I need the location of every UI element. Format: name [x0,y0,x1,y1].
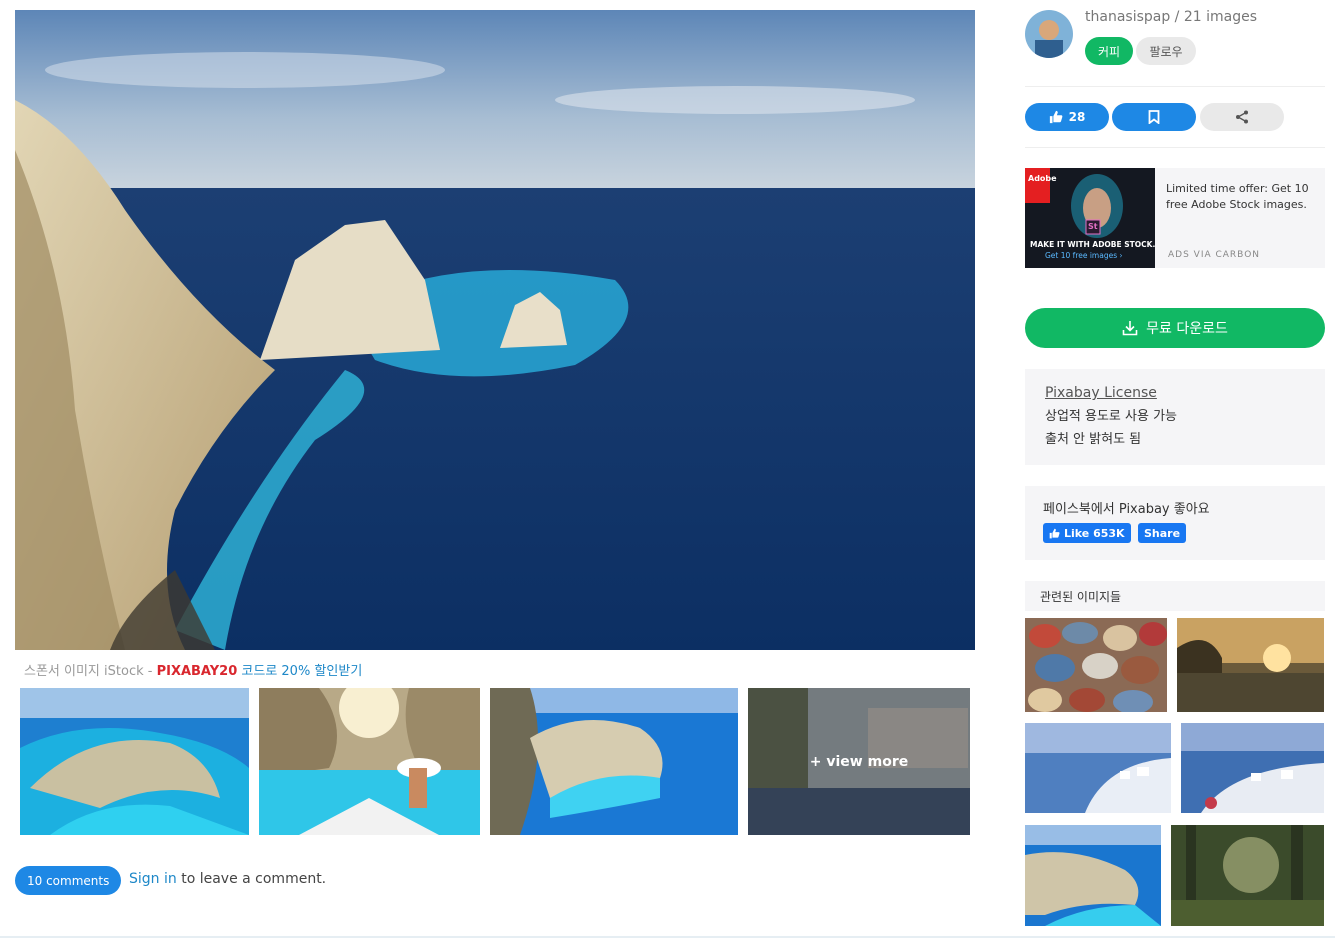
follow-button[interactable]: 팔로우 [1136,37,1196,65]
related-images-title: 관련된 이미지들 [1025,581,1325,611]
avatar[interactable] [1025,10,1073,58]
bookmark-button[interactable] [1112,103,1196,131]
related-image[interactable] [1025,723,1171,813]
sunset-lake-image [1177,618,1324,712]
bookmark-icon [1148,110,1160,124]
like-button[interactable]: 28 [1025,103,1109,131]
ad-image[interactable]: Adobe St MAKE IT WITH ADOBE STOCK. Get 1… [1025,168,1155,268]
adobe-logo-text: Adobe [1028,174,1057,183]
facebook-share-button[interactable]: Share [1138,523,1187,543]
boat-woman-thumb-image [259,688,480,835]
facebook-box: 페이스북에서 Pixabay 좋아요 Like 653K Share [1025,486,1325,560]
license-box: Pixabay License 상업적 용도로 사용 가능 출처 안 밝혀도 됨 [1025,369,1325,465]
related-image[interactable] [1177,618,1324,712]
related-image[interactable] [1171,825,1324,926]
ad-subline: Get 10 free images › [1045,251,1123,260]
thumbs-up-icon [1049,110,1063,124]
license-link[interactable]: Pixabay License [1045,385,1305,401]
oia-village-image [1181,723,1324,813]
comments-button[interactable]: 10 comments [15,866,122,895]
navagio-beach-image [1025,825,1161,926]
download-label: 무료 다운로드 [1146,321,1228,337]
facebook-thumbs-up-icon [1049,528,1060,538]
stock-logo-text: St [1088,222,1098,231]
share-button[interactable] [1200,103,1284,131]
ad-headline: MAKE IT WITH ADOBE STOCK. [1030,240,1155,249]
signin-text: to leave a comment. [176,871,327,887]
carbon-ad[interactable]: Adobe St MAKE IT WITH ADOBE STOCK. Get 1… [1025,168,1325,268]
sponsor-thumb[interactable] [20,688,249,835]
coffee-button[interactable]: 커피 [1085,37,1133,65]
signin-line: Sign in to leave a comment. [129,871,326,887]
sponsor-thumbnails: + view more [0,688,975,836]
license-line: 상업적 용도로 사용 가능 [1045,409,1177,424]
download-button[interactable]: 무료 다운로드 [1025,308,1325,348]
download-icon [1122,321,1138,336]
ad-attribution[interactable]: ADS VIA CARBON [1168,250,1260,260]
main-photo[interactable] [15,10,975,650]
sponsor-line[interactable]: 스폰서 이미지 iStock - PIXABAY20 코드로 20% 할인받기 [24,660,362,679]
pebbles-image [1025,618,1167,712]
view-more-thumb[interactable]: + view more [748,688,970,835]
like-count: 28 [1068,110,1086,124]
sponsor-code[interactable]: PIXABAY20 [157,664,238,679]
sponsor-thumb[interactable] [259,688,480,835]
santorini-image [1025,723,1171,813]
sponsor-prefix: 스폰서 이미지 iStock - [24,664,157,679]
signin-link[interactable]: Sign in [129,871,177,887]
ad-text[interactable]: Limited time offer: Get 10 free Adobe St… [1166,181,1316,213]
view-more-label[interactable]: + view more [748,688,970,835]
share-icon [1236,110,1248,124]
related-image[interactable] [1181,723,1324,813]
avatar-image [1025,10,1073,58]
related-image[interactable] [1025,618,1167,712]
shipwreck-thumb-image [490,688,738,835]
facebook-like-button[interactable]: Like 653K [1043,523,1131,543]
user-info[interactable]: thanasispap / 21 images [1085,9,1257,25]
sponsor-link[interactable]: 코드로 20% 할인받기 [237,664,362,679]
forest-image [1171,825,1324,926]
sponsor-thumb[interactable] [490,688,738,835]
coast-photo-image [15,10,975,650]
beach-thumb-image [20,688,249,835]
facebook-like-label: Like 653K [1064,526,1125,540]
related-image[interactable] [1025,825,1161,926]
divider [1025,86,1325,87]
license-line: 출처 안 밝혀도 됨 [1045,432,1142,447]
divider [1025,147,1325,148]
facebook-title: 페이스북에서 Pixabay 좋아요 [1043,502,1210,517]
